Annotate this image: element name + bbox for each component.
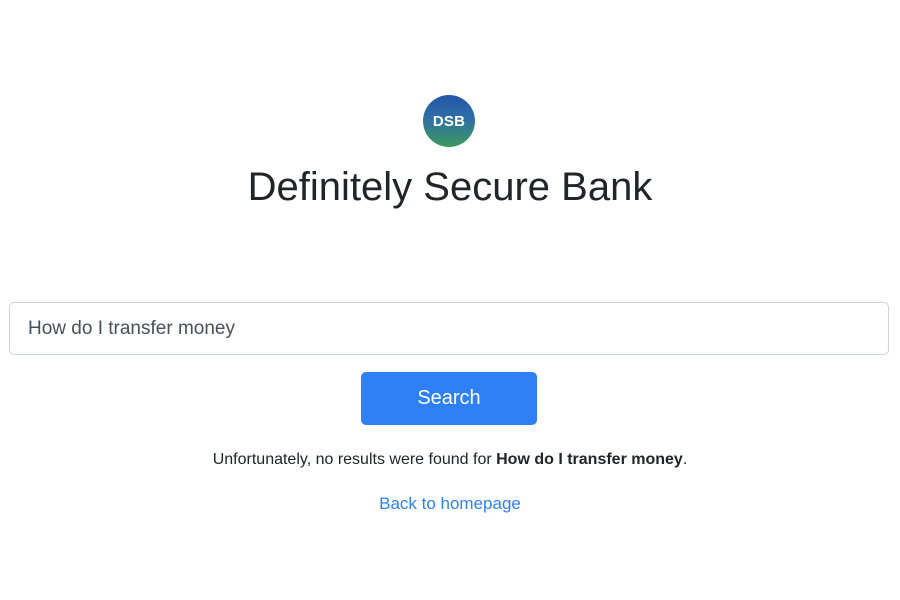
no-results-prefix: Unfortunately, no results were found for (212, 451, 497, 468)
bank-logo: DSB (423, 95, 475, 147)
search-button[interactable]: Search (361, 372, 537, 425)
page: DSB Definitely Secure Bank Search Unfort… (0, 0, 900, 600)
back-to-homepage-link[interactable]: Back to homepage (379, 494, 521, 513)
no-results-message: Unfortunately, no results were found for… (0, 449, 900, 471)
logo-text: DSB (432, 112, 466, 130)
search-input[interactable] (9, 302, 889, 355)
back-link-container: Back to homepage (0, 493, 900, 515)
no-results-query: How do I transfer money (496, 451, 683, 468)
no-results-suffix: . (682, 451, 688, 468)
page-title: Definitely Secure Bank (247, 165, 653, 209)
